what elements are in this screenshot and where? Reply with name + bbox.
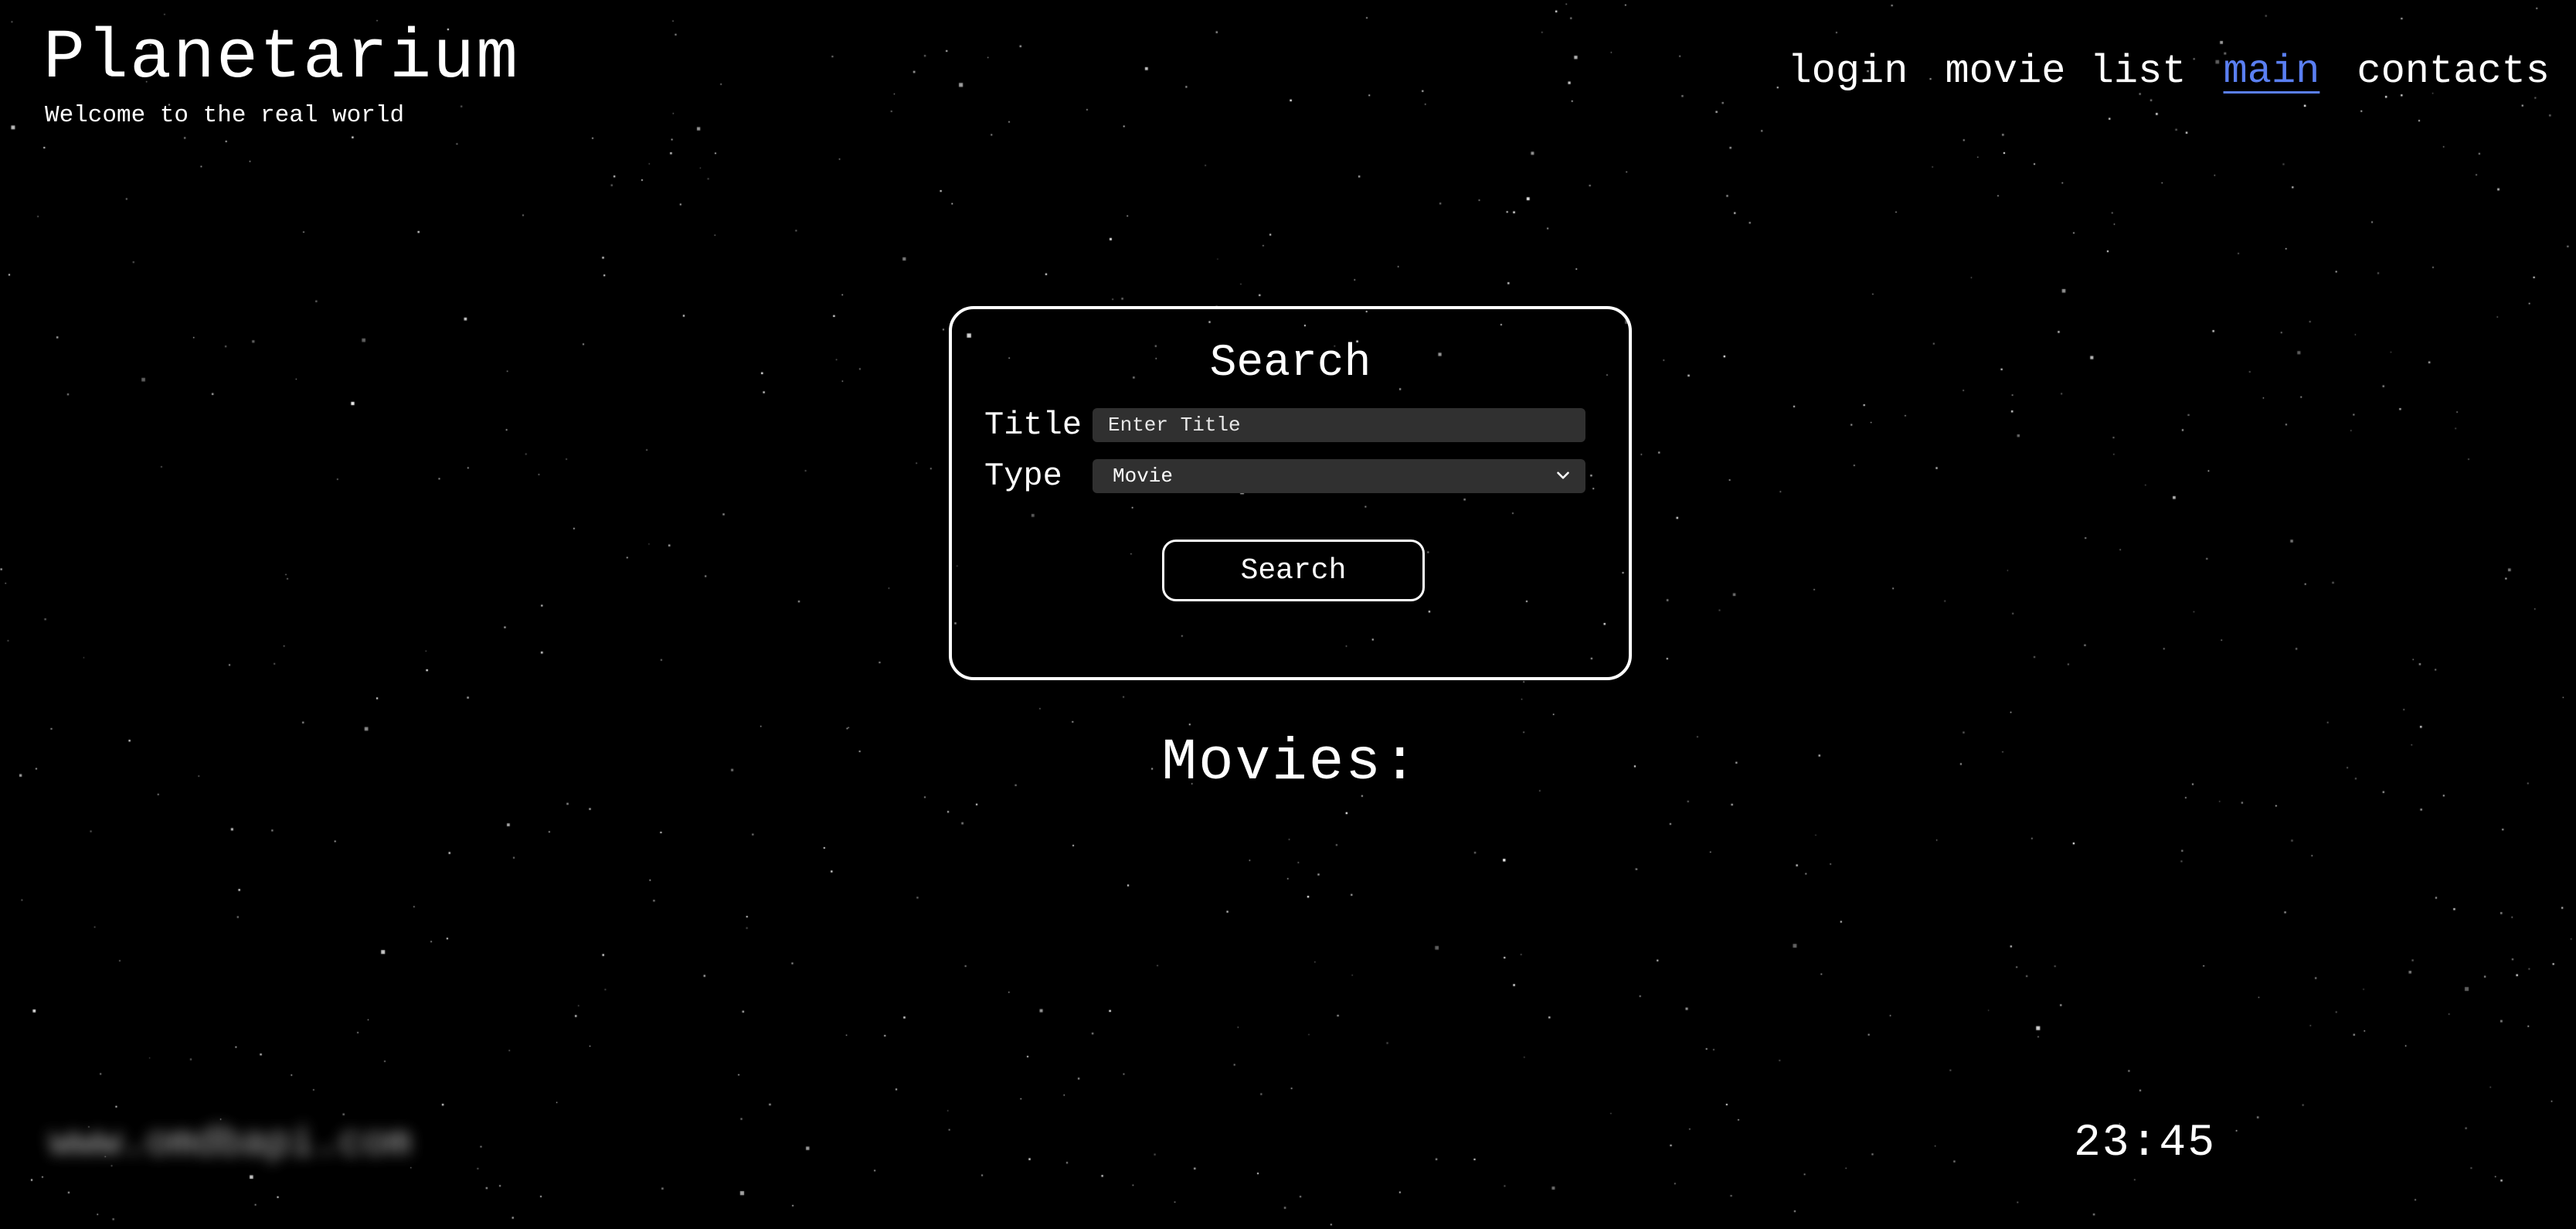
site-brand: Planetarium Welcome to the real world: [43, 20, 519, 130]
site-subtitle: Welcome to the real world: [45, 102, 405, 129]
title-label: Title: [984, 407, 1082, 444]
type-row: Type Movie: [984, 458, 1585, 495]
nav-link-main[interactable]: main: [2224, 45, 2320, 99]
type-select[interactable]: Movie: [1093, 459, 1585, 493]
nav-link-movie-list[interactable]: movie list: [1945, 45, 2186, 99]
site-title: Planetarium: [43, 19, 520, 98]
search-heading: Search: [1209, 339, 1371, 389]
clock: 23:45: [2074, 1118, 2217, 1169]
search-button[interactable]: Search: [1162, 540, 1425, 601]
footer-site-link[interactable]: www.omdbapi.com: [49, 1119, 411, 1169]
type-label: Type: [984, 458, 1062, 495]
nav-link-contacts[interactable]: contacts: [2357, 45, 2550, 99]
type-selected-value: Movie: [1113, 465, 1174, 488]
nav-link-login[interactable]: login: [1787, 45, 1908, 99]
title-input[interactable]: [1093, 408, 1585, 442]
title-row: Title: [984, 407, 1585, 444]
movies-heading: Movies:: [1161, 730, 1419, 796]
main-nav: login movie list main contacts: [1787, 45, 2550, 99]
search-panel: Search Title Type Movie Search: [949, 306, 1632, 680]
chevron-down-icon: [1557, 472, 1569, 479]
